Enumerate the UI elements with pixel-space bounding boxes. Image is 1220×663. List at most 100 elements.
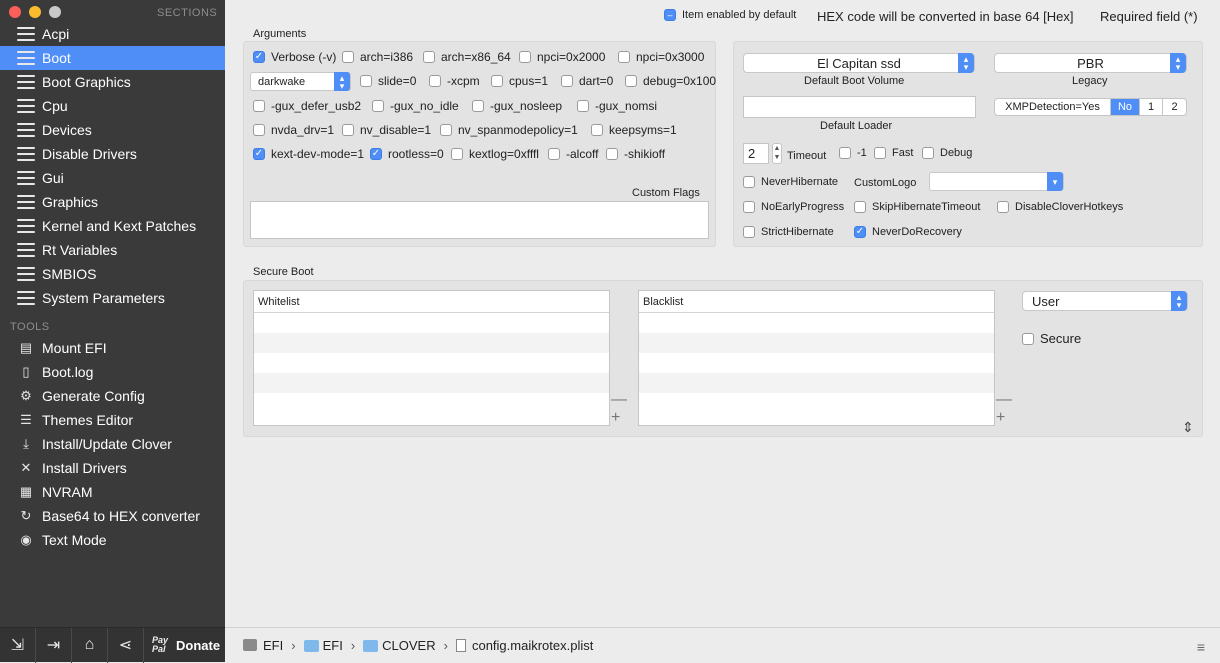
tool-item-install-drivers[interactable]: ✕ Install Drivers xyxy=(0,456,225,480)
arg-checkbox--gux-defer-usb2[interactable]: -gux_defer_usb2 xyxy=(253,99,361,113)
blacklist-add-button[interactable]: + xyxy=(996,410,1005,426)
sidebar-item-acpi[interactable]: Acpi xyxy=(0,22,225,46)
arg-checkbox--gux-no-idle[interactable]: -gux_no_idle xyxy=(372,99,459,113)
arg-checkbox--gux-nomsi[interactable]: -gux_nomsi xyxy=(577,99,657,113)
sidebar-item-cpu[interactable]: Cpu xyxy=(0,94,225,118)
custom-logo-select[interactable]: ▾ xyxy=(929,172,1064,191)
crumb-clover-folder[interactable]: CLOVER xyxy=(382,638,435,653)
arg-checkbox-npci-0x2000[interactable]: npci=0x2000 xyxy=(519,50,605,64)
donate-label: Donate xyxy=(176,637,221,653)
never-hibernate-checkbox[interactable]: NeverHibernate xyxy=(743,176,838,188)
sidebar-item-boot[interactable]: Boot xyxy=(0,46,225,70)
legacy-select[interactable]: PBR ▴ ▾ xyxy=(994,53,1187,73)
sidebar-item-disable-drivers[interactable]: Disable Drivers xyxy=(0,142,225,166)
close-window-button[interactable] xyxy=(9,6,21,18)
tool-item-text-mode[interactable]: ◉ Text Mode xyxy=(0,528,225,552)
default-volume-select[interactable]: El Capitan ssd ▴ ▾ xyxy=(743,53,975,73)
minus-one-checkbox[interactable]: -1 xyxy=(839,147,867,159)
arg-checkbox-npci-0x3000[interactable]: npci=0x3000 xyxy=(618,50,704,64)
whitelist-table[interactable]: Whitelist xyxy=(253,290,610,426)
share-icon[interactable]: ⋖ xyxy=(108,627,144,663)
arg-checkbox-kextlog-0xfffl[interactable]: kextlog=0xfffl xyxy=(451,147,539,161)
whitelist-remove-button[interactable]: — xyxy=(611,392,627,408)
sidebar-item-label: Disable Drivers xyxy=(42,146,137,162)
arg-checkbox--gux-nosleep[interactable]: -gux_nosleep xyxy=(472,99,562,113)
hamburger-icon xyxy=(16,241,36,259)
secure-checkbox[interactable]: Secure xyxy=(1022,331,1081,346)
tool-item-mount-efi[interactable]: ▤ Mount EFI xyxy=(0,336,225,360)
crumb-efi-folder[interactable]: EFI xyxy=(323,638,343,653)
never-do-recovery-checkbox[interactable]: ✓ NeverDoRecovery xyxy=(854,226,962,238)
sidebar-item-rt-variables[interactable]: Rt Variables xyxy=(0,238,225,262)
checkbox-box xyxy=(342,51,354,63)
menu-lines-icon[interactable]: ≡ xyxy=(1197,639,1205,655)
timeout-stepper[interactable]: ▲ ▼ xyxy=(772,143,782,164)
arg-checkbox-debug-0x100[interactable]: debug=0x100 xyxy=(625,74,716,88)
arg-checkbox-kext-dev-mode-1[interactable]: ✓ kext-dev-mode=1 xyxy=(253,147,364,161)
xmp-1-segment[interactable]: 1 xyxy=(1140,99,1163,115)
tool-item-install-update-clover[interactable]: ⤓ Install/Update Clover xyxy=(0,432,225,456)
sections-header: SECTIONS xyxy=(157,7,218,19)
sidebar-item-gui[interactable]: Gui xyxy=(0,166,225,190)
tool-item-boot-log[interactable]: ▯ Boot.log xyxy=(0,360,225,384)
xmp-detection-segmented[interactable]: XMPDetection=Yes No 1 2 xyxy=(994,98,1187,116)
sidebar-item-graphics[interactable]: Graphics xyxy=(0,190,225,214)
blacklist-remove-button[interactable]: — xyxy=(996,392,1012,408)
darkwake-select[interactable]: darkwake ▴ ▾ xyxy=(250,72,351,91)
sidebar-item-smbios[interactable]: SMBIOS xyxy=(0,262,225,286)
arg-checkbox--xcpm[interactable]: -xcpm xyxy=(429,74,480,88)
arg-checkbox-verbose-v-[interactable]: ✓ Verbose (-v) xyxy=(253,50,336,64)
arg-checkbox--alcoff[interactable]: -alcoff xyxy=(548,147,598,161)
xmp-yes-segment[interactable]: XMPDetection=Yes xyxy=(995,99,1111,115)
home-icon[interactable]: ⌂ xyxy=(72,627,108,663)
sidebar-item-devices[interactable]: Devices xyxy=(0,118,225,142)
crumb-efi-volume[interactable]: EFI xyxy=(263,638,283,653)
export-icon[interactable]: ⇥ xyxy=(36,627,72,663)
arg-checkbox-nv-disable-1[interactable]: nv_disable=1 xyxy=(342,123,431,137)
whitelist-add-button[interactable]: + xyxy=(611,410,620,426)
blacklist-header: Blacklist xyxy=(639,291,994,313)
checkbox-box xyxy=(440,124,452,136)
download-icon: ⤓ xyxy=(23,436,29,451)
blacklist-table[interactable]: Blacklist xyxy=(638,290,995,426)
default-loader-field[interactable] xyxy=(743,96,976,118)
folder-icon xyxy=(303,640,319,652)
disable-clover-hotkeys-checkbox[interactable]: DisableCloverHotkeys xyxy=(997,201,1123,213)
xmp-no-segment[interactable]: No xyxy=(1111,99,1140,115)
zoom-window-button[interactable] xyxy=(49,6,61,18)
arg-checkbox-nvda-drv-1[interactable]: nvda_drv=1 xyxy=(253,123,334,137)
arg-checkbox-keepsyms-1[interactable]: keepsyms=1 xyxy=(591,123,677,137)
sidebar-item-boot-graphics[interactable]: Boot Graphics xyxy=(0,70,225,94)
sidebar-item-label: Rt Variables xyxy=(42,242,118,258)
tool-item-base64-to-hex-converter[interactable]: ↻ Base64 to HEX converter xyxy=(0,504,225,528)
minimize-window-button[interactable] xyxy=(29,6,41,18)
tool-item-generate-config[interactable]: ⚙ Generate Config xyxy=(0,384,225,408)
arg-checkbox-slide-0[interactable]: slide=0 xyxy=(360,74,416,88)
arg-checkbox-dart-0[interactable]: dart=0 xyxy=(561,74,613,88)
donate-button[interactable]: Pay Pal Donate xyxy=(144,628,220,663)
arg-checkbox-rootless-0[interactable]: ✓ rootless=0 xyxy=(370,147,444,161)
xmp-2-segment[interactable]: 2 xyxy=(1163,99,1186,115)
timeout-field[interactable]: 2 xyxy=(743,143,769,164)
arg-checkbox-cpus-1[interactable]: cpus=1 xyxy=(491,74,548,88)
strict-hibernate-checkbox[interactable]: StrictHibernate xyxy=(743,226,834,238)
sidebar-item-system-parameters[interactable]: System Parameters xyxy=(0,286,225,310)
arg-checkbox-arch-i386[interactable]: arch=i386 xyxy=(342,50,413,64)
arg-checkbox-nv-spanmodepolicy-1[interactable]: nv_spanmodepolicy=1 xyxy=(440,123,578,137)
tool-item-themes-editor[interactable]: ☰ Themes Editor xyxy=(0,408,225,432)
resize-handle-icon[interactable]: ⇕ xyxy=(1182,419,1194,436)
sidebar-item-kernel-and-kext-patches[interactable]: Kernel and Kext Patches xyxy=(0,214,225,238)
skip-hibernate-timeout-checkbox[interactable]: SkipHibernateTimeout xyxy=(854,201,980,213)
custom-flags-field[interactable] xyxy=(250,201,709,239)
debug-checkbox[interactable]: Debug xyxy=(922,147,972,159)
crumb-config-file[interactable]: config.maikrotex.plist xyxy=(472,638,593,653)
arg-checkbox-arch-x86-64[interactable]: arch=x86_64 xyxy=(423,50,511,64)
import-icon[interactable]: ⇲ xyxy=(0,627,36,663)
secure-policy-select[interactable]: User ▴ ▾ xyxy=(1022,291,1188,311)
hamburger-icon xyxy=(16,97,36,115)
fast-checkbox[interactable]: Fast xyxy=(874,147,913,159)
tool-item-label: Generate Config xyxy=(42,388,145,404)
no-early-progress-checkbox[interactable]: NoEarlyProgress xyxy=(743,201,844,213)
arg-checkbox--shikioff[interactable]: -shikioff xyxy=(606,147,665,161)
tool-item-nvram[interactable]: ▦ NVRAM xyxy=(0,480,225,504)
